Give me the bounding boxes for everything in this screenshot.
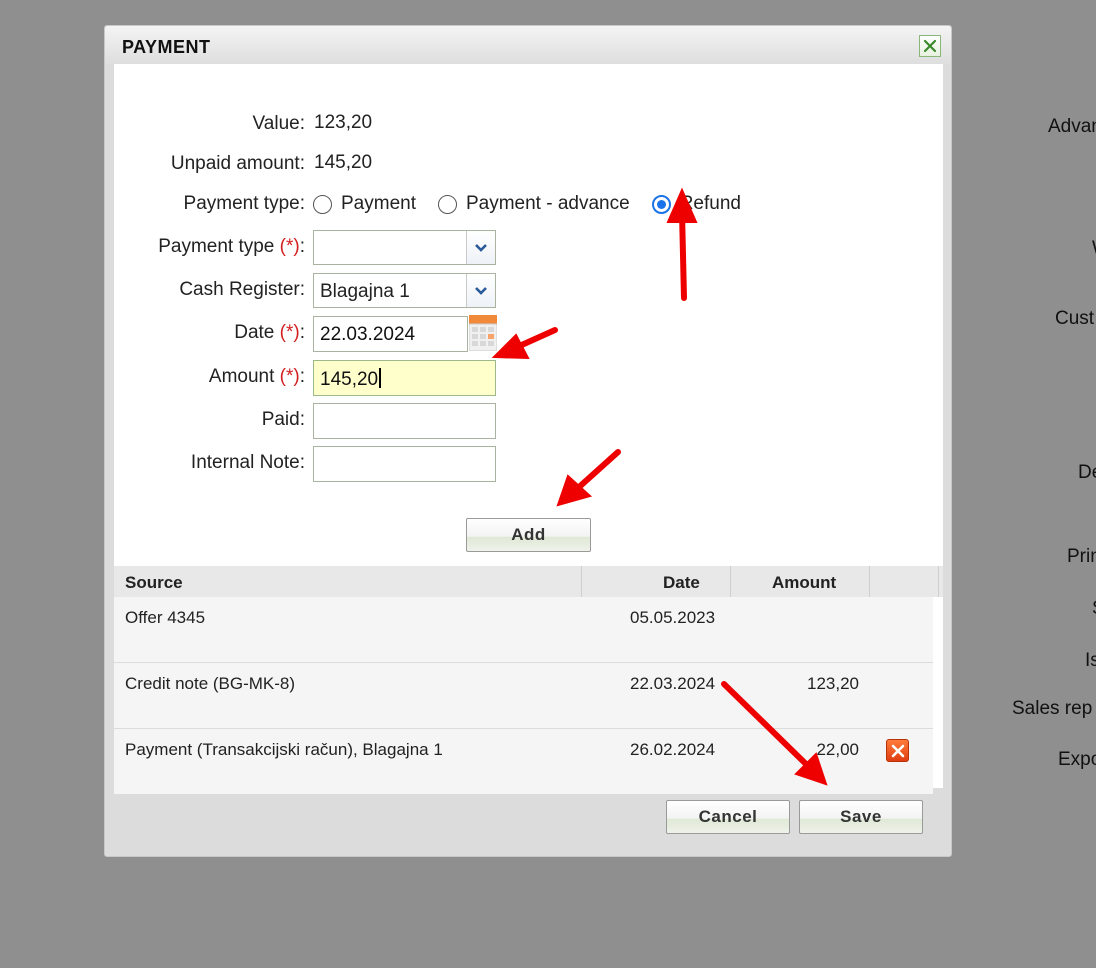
bg-label: Advan (1048, 116, 1096, 137)
column-divider (730, 566, 731, 597)
amount-label: Amount (*): (208, 366, 305, 387)
row-date: 22.03.2024 (630, 674, 716, 693)
payment-method-label: Payment type (*): (158, 236, 305, 257)
value-label: Value: (252, 113, 305, 134)
bg-label: S (1092, 598, 1096, 620)
row-source: Payment (Transakcijski račun), Blagajna … (125, 740, 443, 759)
bg-label: Expo (1058, 749, 1096, 770)
row-source: Credit note (BG-MK-8) (125, 674, 296, 693)
dialog-header: PAYMENT (105, 26, 951, 64)
paid-input[interactable] (313, 403, 496, 439)
required-mark: (*) (279, 322, 300, 343)
payment-type-radio-group: Payment Payment - advance Refund (313, 193, 763, 215)
table-row[interactable]: Offer 4345 05.05.2023 (114, 597, 933, 663)
dialog-body: Value: 123,20 Unpaid amount: 145,20 Paym… (114, 64, 943, 795)
table-header: Source Date Amount (114, 566, 943, 597)
dropdown-button[interactable] (466, 274, 495, 307)
select-value: Blagajna 1 (320, 281, 410, 302)
radio-refund[interactable]: Refund (651, 193, 741, 215)
cash-register-select[interactable]: Blagajna 1 (313, 273, 496, 308)
bg-label: Sales rep (1012, 698, 1093, 719)
cancel-button[interactable]: Cancel (666, 800, 790, 834)
column-divider (581, 566, 582, 597)
chevron-down-icon (475, 243, 487, 252)
column-divider (938, 566, 939, 597)
unpaid-label: Unpaid amount: (170, 153, 305, 174)
radio-button[interactable] (313, 194, 332, 214)
row-date: 26.02.2024 (630, 740, 716, 759)
save-button[interactable]: Save (799, 800, 923, 834)
payment-dialog: PAYMENT Value: 123,20 Unpaid amount: 145… (104, 25, 952, 857)
paid-label: Paid: (261, 409, 305, 430)
table-row[interactable]: Payment (Transakcijski račun), Blagajna … (114, 729, 933, 795)
delete-row-button[interactable] (886, 739, 909, 762)
column-header-source: Source (125, 573, 183, 592)
required-mark: (*) (279, 366, 300, 387)
bg-label: Prin (1067, 546, 1096, 567)
required-mark: (*) (279, 236, 300, 257)
delete-icon (891, 744, 904, 757)
payment-type-label: Payment type: (183, 193, 305, 214)
calendar-icon (468, 315, 498, 352)
row-amount: 123,20 (807, 674, 859, 693)
radio-label: Payment - advance (465, 193, 630, 214)
bg-label: Is (1085, 650, 1096, 671)
radio-payment-advance[interactable]: Payment - advance (437, 193, 630, 215)
column-header-amount: Amount (772, 573, 837, 592)
radio-payment[interactable]: Payment (313, 193, 416, 215)
column-divider (869, 566, 870, 597)
bg-label: Cust (1055, 308, 1095, 329)
table-row[interactable]: Credit note (BG-MK-8) 22.03.2024 123,20 (114, 663, 933, 729)
row-amount: 22,00 (816, 740, 859, 759)
text-caret (379, 368, 382, 388)
date-label: Date (*): (234, 322, 305, 343)
radio-label: Refund (679, 193, 741, 214)
close-icon (923, 39, 937, 53)
value-amount: 123,20 (314, 112, 373, 133)
chevron-down-icon (475, 286, 487, 295)
internal-note-label: Internal Note: (190, 452, 305, 473)
bg-label: De (1078, 462, 1096, 483)
date-input[interactable]: 22.03.2024 (313, 316, 468, 352)
dropdown-button[interactable] (466, 231, 495, 264)
add-button[interactable]: Add (466, 518, 591, 552)
unpaid-amount: 145,20 (314, 152, 373, 173)
close-button[interactable] (919, 35, 941, 57)
payments-table: Source Date Amount Offer 4345 05.05.2023… (114, 566, 943, 795)
radio-button-selected[interactable] (651, 194, 671, 214)
row-date: 05.05.2023 (630, 608, 716, 627)
payment-method-select[interactable] (313, 230, 496, 265)
column-header-date: Date (663, 573, 700, 592)
bg-label: W (1092, 238, 1096, 260)
radio-button[interactable] (437, 194, 457, 214)
dialog-title: PAYMENT (122, 37, 211, 57)
cash-register-label: Cash Register: (179, 279, 305, 300)
internal-note-input[interactable] (313, 446, 496, 482)
amount-input[interactable]: 145,20 (313, 360, 496, 396)
radio-label: Payment (341, 193, 416, 214)
row-source: Offer 4345 (125, 608, 206, 627)
calendar-button[interactable] (468, 315, 498, 352)
